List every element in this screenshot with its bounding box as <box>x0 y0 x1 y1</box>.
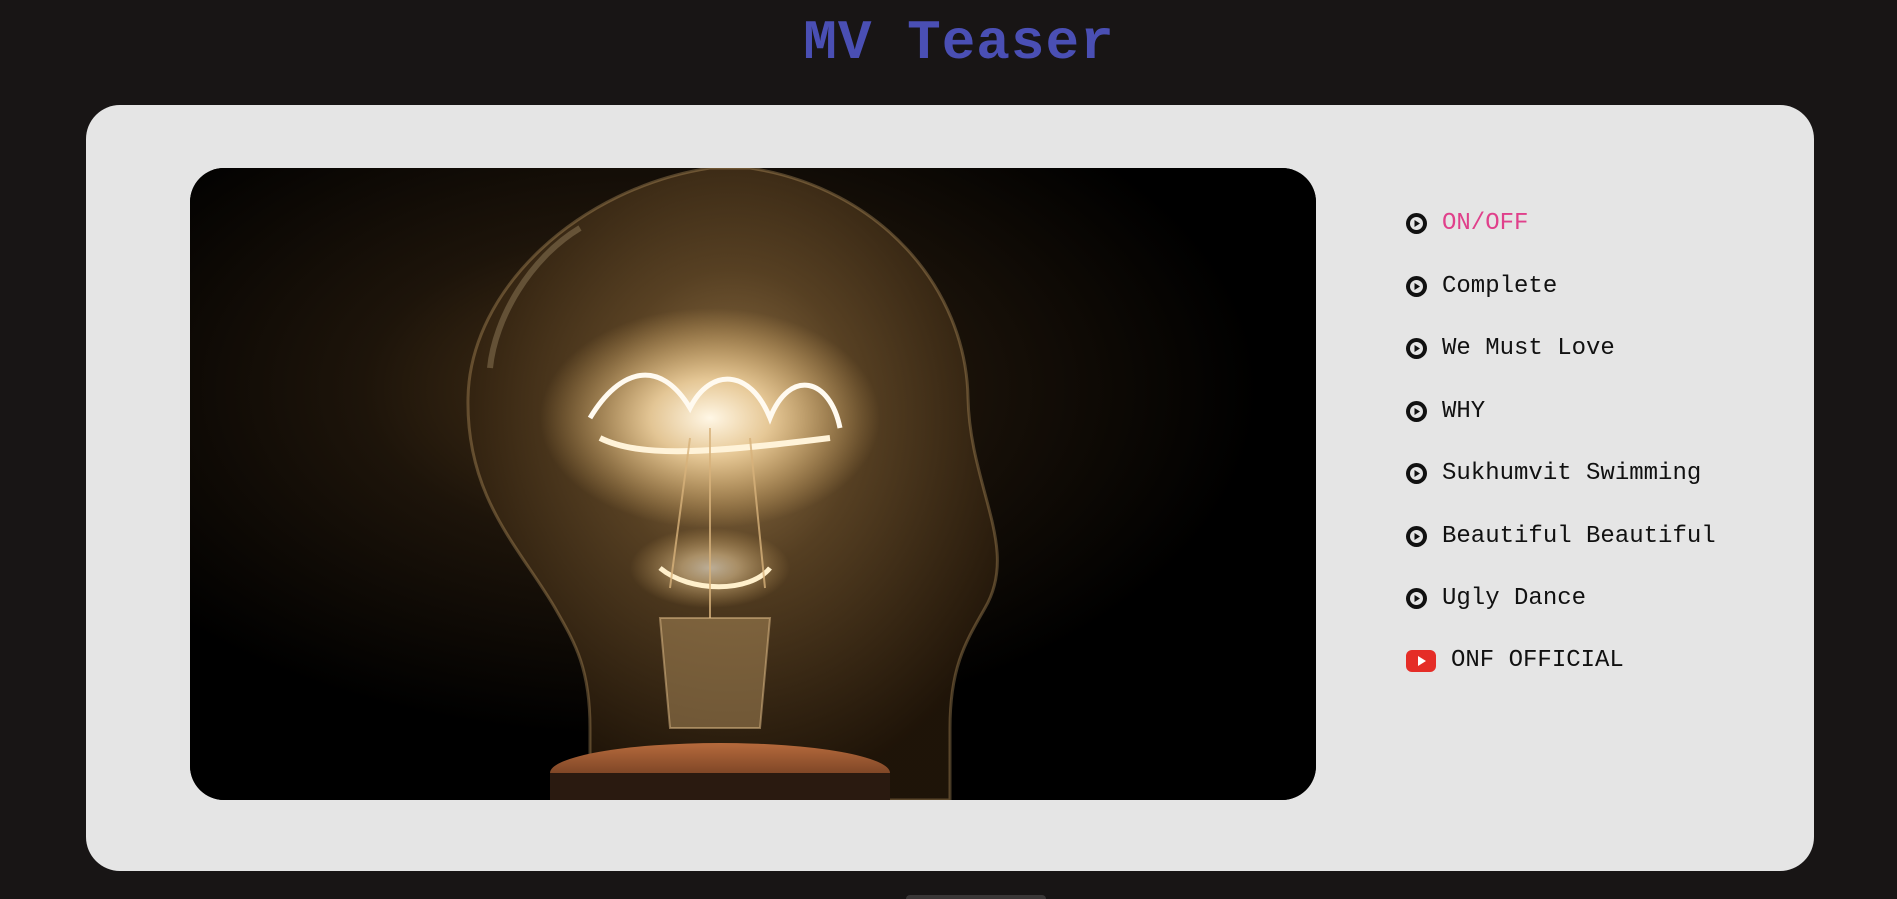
scroll-indicator <box>906 895 1046 899</box>
playlist-item-beautiful-beautiful[interactable]: Beautiful Beautiful <box>1406 520 1716 583</box>
play-circle-icon <box>1406 338 1427 359</box>
playlist-item-label: Ugly Dance <box>1442 585 1587 612</box>
play-circle-icon <box>1406 525 1427 547</box>
playlist-item-why[interactable]: WHY <box>1406 395 1716 458</box>
playlist-item-label: ON/OFF <box>1442 210 1529 237</box>
play-circle-icon <box>1406 213 1427 234</box>
playlist-item-label: Sukhumvit Swimming <box>1442 460 1702 487</box>
play-circle-icon <box>1406 275 1427 297</box>
youtube-icon <box>1406 650 1436 672</box>
playlist-item-complete[interactable]: Complete <box>1406 270 1716 333</box>
playlist-item-sukhumvit-swimming[interactable]: Sukhumvit Swimming <box>1406 457 1716 520</box>
playlist-item-on-off[interactable]: ON/OFF <box>1406 207 1716 270</box>
playlist-item-label: Beautiful Beautiful <box>1442 522 1716 550</box>
playlist-item-label: WHY <box>1442 397 1486 425</box>
play-circle-icon <box>1406 400 1427 422</box>
play-circle-icon <box>1406 588 1427 609</box>
youtube-channel-label: ONF OFFICIAL <box>1451 647 1624 674</box>
playlist-item-ugly-dance[interactable]: Ugly Dance <box>1406 582 1716 645</box>
playlist-item-we-must-love[interactable]: We Must Love <box>1406 332 1716 395</box>
video-thumbnail <box>190 168 1316 800</box>
play-circle-icon <box>1406 463 1427 484</box>
content-card: ON/OFF Complete We Must Love WHY Sukhumv… <box>86 105 1814 871</box>
video-player[interactable] <box>190 168 1316 800</box>
page-title: MV Teaser <box>803 11 1115 75</box>
mv-playlist: ON/OFF Complete We Must Love WHY Sukhumv… <box>1406 207 1716 645</box>
youtube-channel-link[interactable]: ONF OFFICIAL <box>1406 644 1624 678</box>
playlist-item-label: Complete <box>1442 272 1558 300</box>
playlist-item-label: We Must Love <box>1442 335 1615 362</box>
